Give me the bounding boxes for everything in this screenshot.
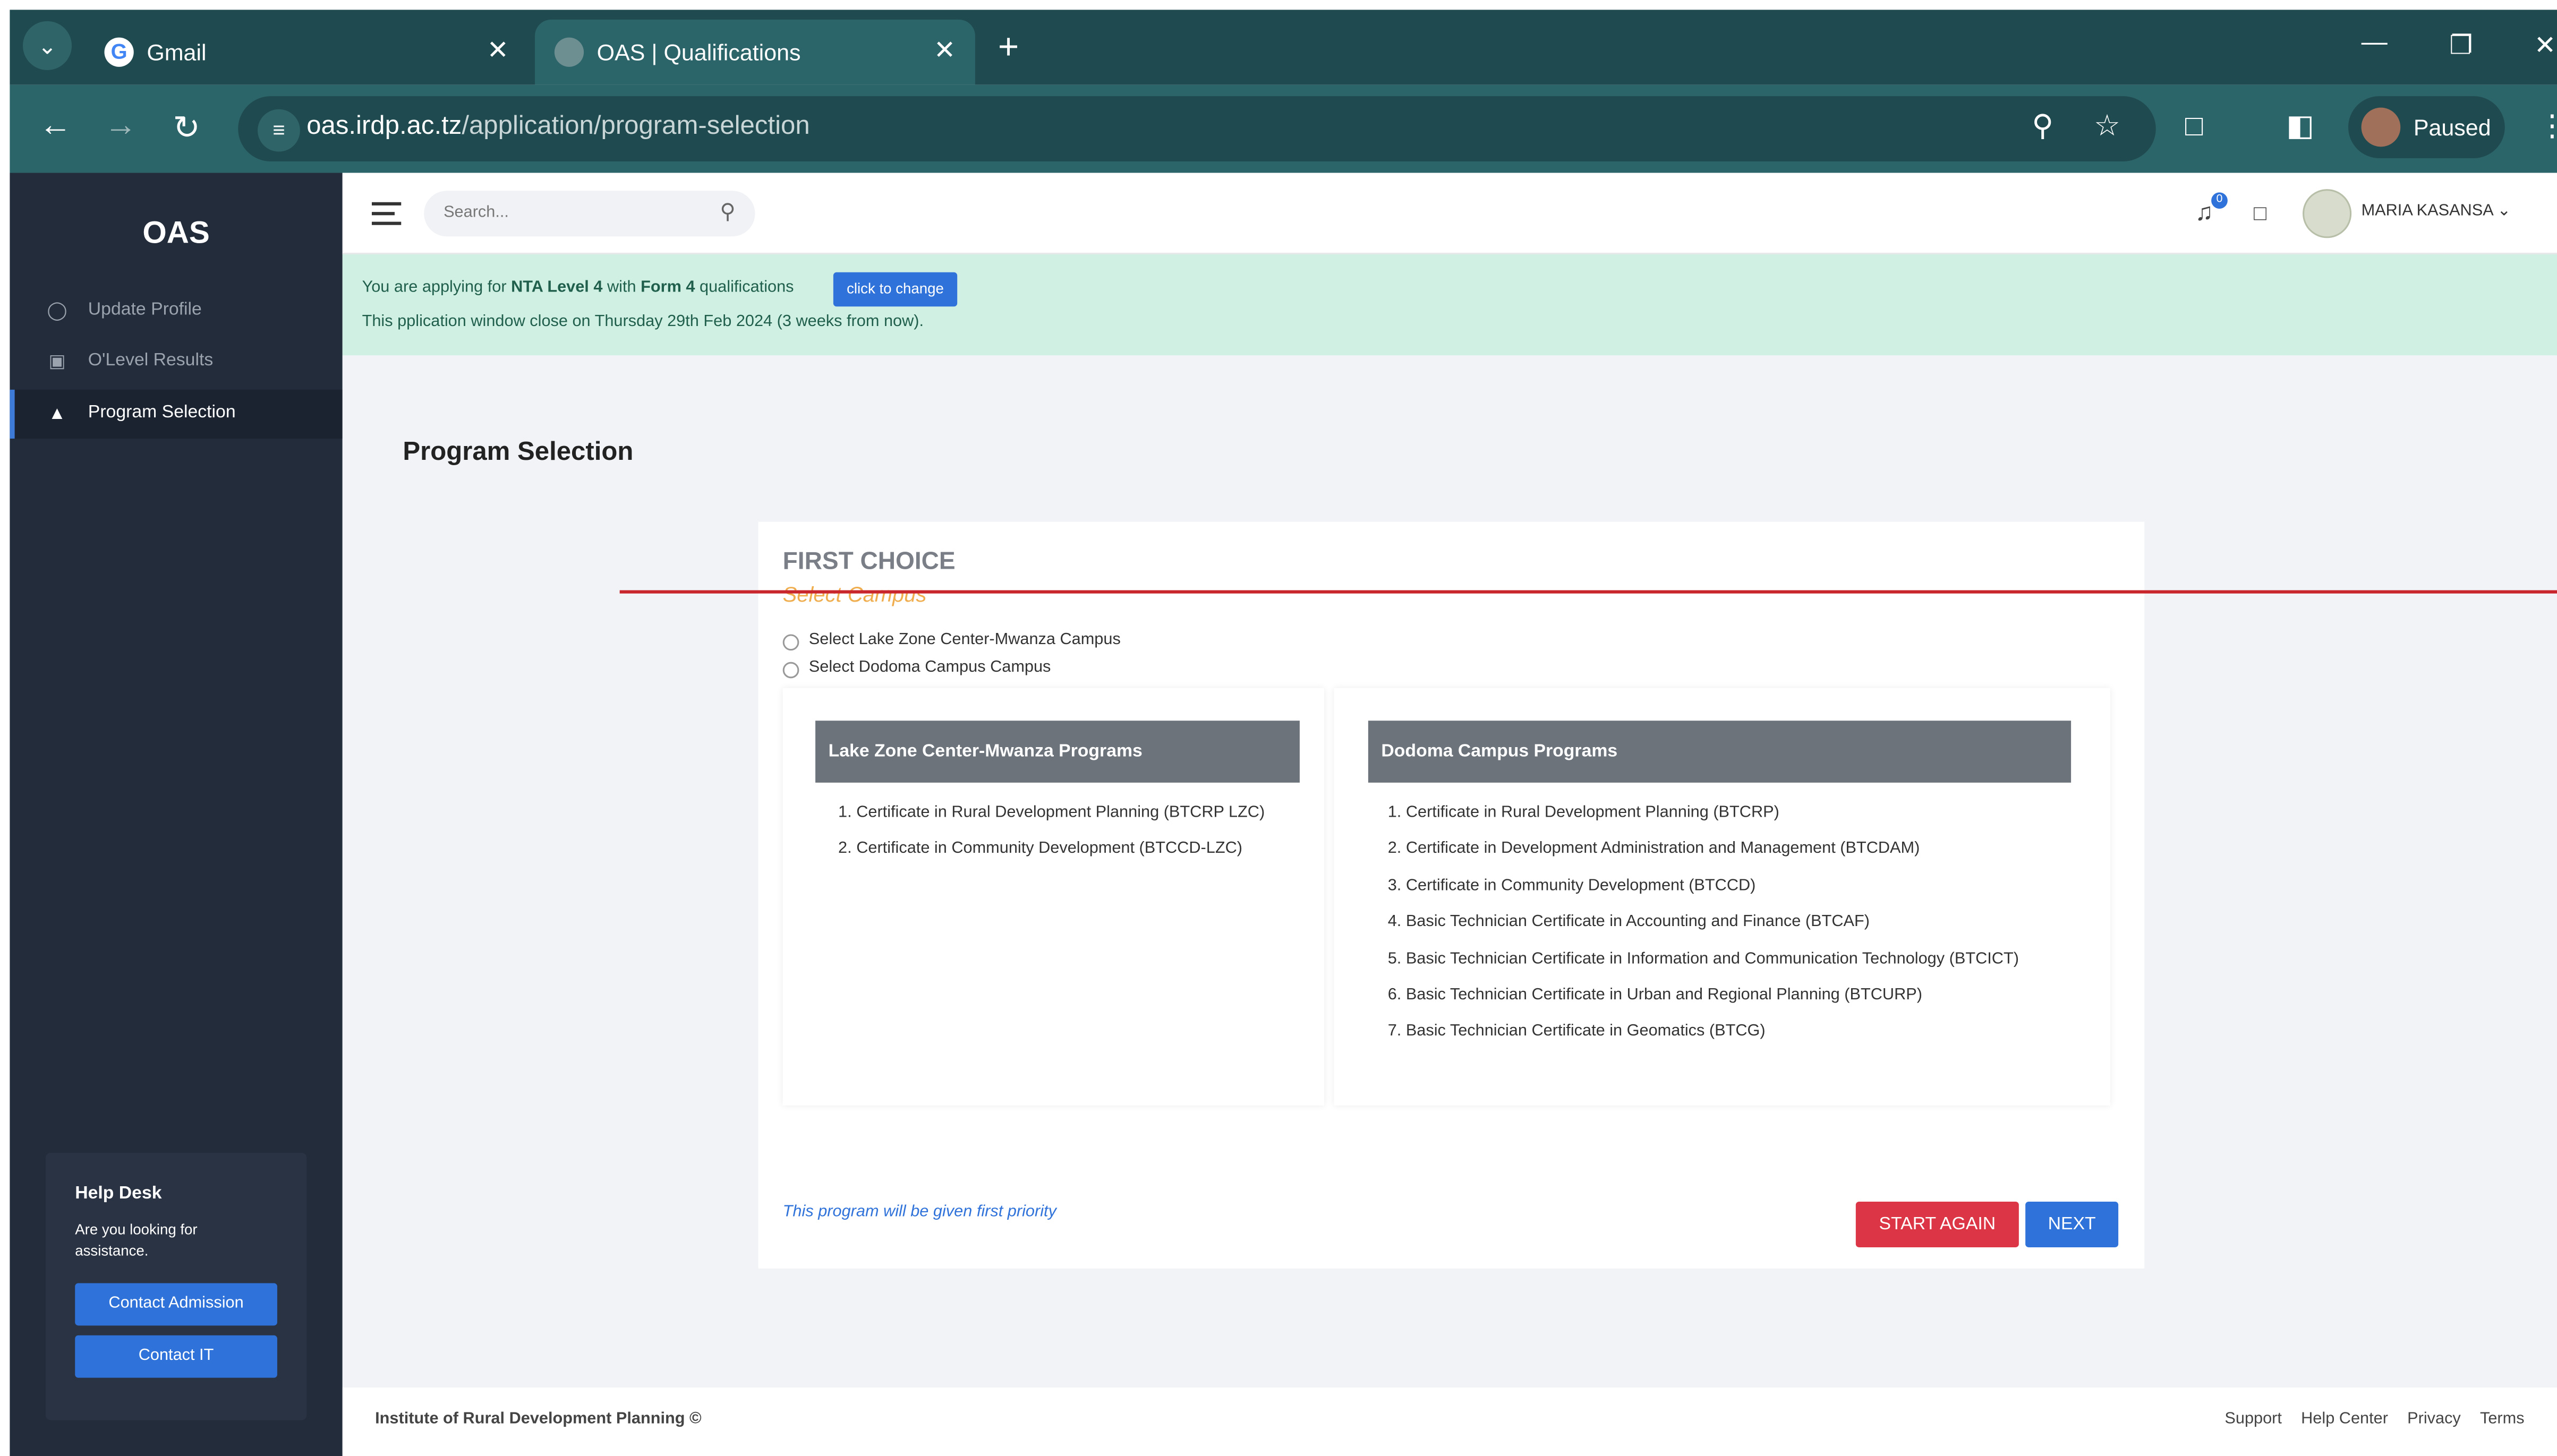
window-close-text: This pplication window close on Thursday…	[362, 313, 924, 331]
footer-link-help-center[interactable]: Help Center	[2301, 1410, 2388, 1428]
panel-header: Lake Zone Center-Mwanza Programs	[815, 721, 1300, 783]
profile-button[interactable]: Paused	[2348, 96, 2505, 158]
globe-icon	[554, 37, 584, 67]
change-qualification-button[interactable]: click to change	[833, 272, 958, 307]
qualification-text: You are applying for NTA Level 4 with Fo…	[362, 279, 794, 297]
footer-links: Support Help Center Privacy Terms	[2210, 1410, 2525, 1428]
back-arrow-icon[interactable]: ←	[39, 108, 72, 145]
reload-icon[interactable]: ↻	[173, 108, 200, 149]
top-strip	[0, 0, 2557, 10]
notification-badge: 0	[2211, 192, 2228, 209]
zoom-icon[interactable]: ⚲	[2032, 109, 2053, 143]
close-icon[interactable]: ✕	[487, 34, 509, 66]
list-item: 4. Basic Technician Certificate in Accou…	[1387, 913, 1870, 931]
profile-status: Paused	[2413, 114, 2491, 141]
sidebar-item-olevel-results[interactable]: ▣ O'Level Results	[10, 338, 342, 387]
sidebar: OAS ◯ Update Profile ▣ O'Level Results ▲…	[10, 173, 343, 1456]
program-list: 1. Certificate in Rural Development Plan…	[1388, 804, 2019, 1059]
chevron-down-icon[interactable]: ⌄	[22, 21, 72, 71]
tab-oas[interactable]: OAS | Qualifications ✕	[535, 19, 975, 85]
sidebar-item-program-selection[interactable]: ▲ Program Selection	[10, 389, 343, 439]
list-item: 6. Basic Technician Certificate in Urban…	[1387, 986, 1922, 1005]
address-bar[interactable]: ≡ oas.irdp.ac.tz/application/program-sel…	[238, 96, 2156, 161]
url-text[interactable]: oas.irdp.ac.tz/application/program-selec…	[306, 113, 809, 142]
avatar[interactable]	[2303, 189, 2352, 238]
tab-title: OAS | Qualifications	[596, 39, 801, 65]
programs-panel-mwanza: Lake Zone Center-Mwanza Programs 1. Cert…	[782, 688, 1324, 1106]
campus-radio-mwanza[interactable]	[782, 634, 799, 651]
campus-option-label[interactable]: Select Dodoma Campus Campus	[809, 659, 1051, 677]
footer-link-support[interactable]: Support	[2224, 1410, 2282, 1428]
tab-title: Gmail	[147, 39, 207, 65]
app-brand: OAS	[142, 217, 210, 251]
user-menu[interactable]: MARIA KASANSA ⌄	[2362, 202, 2511, 220]
list-item: 2. Certificate in Development Administra…	[1387, 840, 1920, 859]
book-icon: ▣	[48, 352, 66, 372]
campus-radio-dodoma[interactable]	[782, 662, 799, 679]
sidebar-item-label: Update Profile	[88, 299, 202, 320]
plus-icon[interactable]: +	[998, 26, 1019, 68]
restore-icon[interactable]: ❐	[2449, 29, 2473, 62]
search-icon[interactable]: ⚲	[720, 199, 735, 225]
choice-subtitle: Select Campus	[782, 582, 927, 607]
google-icon: G	[104, 37, 134, 67]
list-item: 5. Basic Technician Certificate in Infor…	[1387, 949, 2019, 968]
search-input[interactable]: Search... ⚲	[424, 191, 755, 237]
minimize-icon[interactable]: —	[2362, 29, 2388, 58]
page-title: Program Selection	[403, 438, 634, 467]
footer-link-terms[interactable]: Terms	[2480, 1410, 2525, 1428]
puzzle-icon[interactable]: □	[2185, 109, 2203, 143]
user-icon: ◯	[47, 302, 67, 321]
programs-panel-dodoma: Dodoma Campus Programs 1. Certificate in…	[1334, 688, 2110, 1106]
list-item: 1. Certificate in Rural Development Plan…	[1387, 803, 1779, 822]
footer-link-privacy[interactable]: Privacy	[2407, 1410, 2461, 1428]
list-item: 1. Certificate in Rural Development Plan…	[838, 803, 1265, 822]
avatar	[2361, 107, 2401, 147]
search-placeholder: Search...	[444, 203, 509, 222]
help-desk-title: Help Desk	[75, 1184, 162, 1204]
start-again-button[interactable]: START AGAIN	[1855, 1201, 2019, 1247]
kebab-menu-icon[interactable]: ⋮	[2537, 109, 2557, 143]
bell-icon[interactable]: ♫ 0	[2195, 192, 2228, 227]
close-icon[interactable]: ✕	[2534, 29, 2556, 62]
next-button[interactable]: NEXT	[2025, 1201, 2119, 1247]
footer: Institute of Rural Development Planning …	[342, 1388, 2557, 1456]
campus-option-label[interactable]: Select Lake Zone Center-Mwanza Campus	[809, 631, 1121, 649]
help-desk: Help Desk Are you looking for assistance…	[45, 1152, 307, 1420]
sidebar-item-label: Program Selection	[88, 402, 236, 423]
help-desk-text: Are you looking for assistance.	[75, 1221, 198, 1259]
sidebar-item-update-profile[interactable]: ◯ Update Profile	[10, 287, 342, 336]
annotation-line	[619, 590, 2557, 594]
top-header: Search... ⚲ ♫ 0 □ MARIA KASANSA ⌄	[342, 173, 2557, 255]
sidebar-item-label: O'Level Results	[88, 350, 214, 371]
copyright: Institute of Rural Development Planning …	[375, 1410, 702, 1428]
chat-icon[interactable]: □	[2254, 201, 2266, 225]
sidepanel-icon[interactable]: ◧	[2286, 109, 2314, 143]
tab-gmail[interactable]: G Gmail ✕	[85, 20, 529, 85]
close-icon[interactable]: ✕	[934, 34, 956, 66]
choice-card: FIRST CHOICE Select Campus Select Lake Z…	[758, 521, 2145, 1269]
menu-toggle-icon[interactable]	[371, 202, 402, 225]
star-icon[interactable]: ☆	[2094, 109, 2120, 143]
list-item: 7. Basic Technician Certificate in Geoma…	[1387, 1023, 1766, 1041]
graduation-cap-icon: ▲	[48, 404, 66, 424]
list-item: 2. Certificate in Community Development …	[838, 840, 1242, 859]
site-info-icon[interactable]: ≡	[258, 109, 300, 152]
program-list: 1. Certificate in Rural Development Plan…	[838, 804, 1265, 877]
main-content: Program Selection FIRST CHOICE Select Ca…	[342, 355, 2557, 1388]
priority-note: This program will be given first priorit…	[782, 1203, 1056, 1221]
choice-title: FIRST CHOICE	[782, 547, 956, 576]
browser-tab-bar: ⌄ G Gmail ✕ OAS | Qualifications ✕ + — ❐…	[10, 10, 2557, 85]
contact-it-button[interactable]: Contact IT	[75, 1335, 277, 1378]
list-item: 3. Certificate in Community Development …	[1387, 877, 1756, 895]
screen: ⌄ G Gmail ✕ OAS | Qualifications ✕ + — ❐…	[0, 0, 2557, 1456]
forward-arrow-icon[interactable]: →	[104, 108, 137, 145]
browser-toolbar: ← → ↻ ≡ oas.irdp.ac.tz/application/progr…	[10, 84, 2557, 173]
contact-admission-button[interactable]: Contact Admission	[75, 1283, 277, 1326]
application-notice: You are applying for NTA Level 4 with Fo…	[342, 254, 2557, 356]
panel-header: Dodoma Campus Programs	[1368, 721, 2072, 783]
